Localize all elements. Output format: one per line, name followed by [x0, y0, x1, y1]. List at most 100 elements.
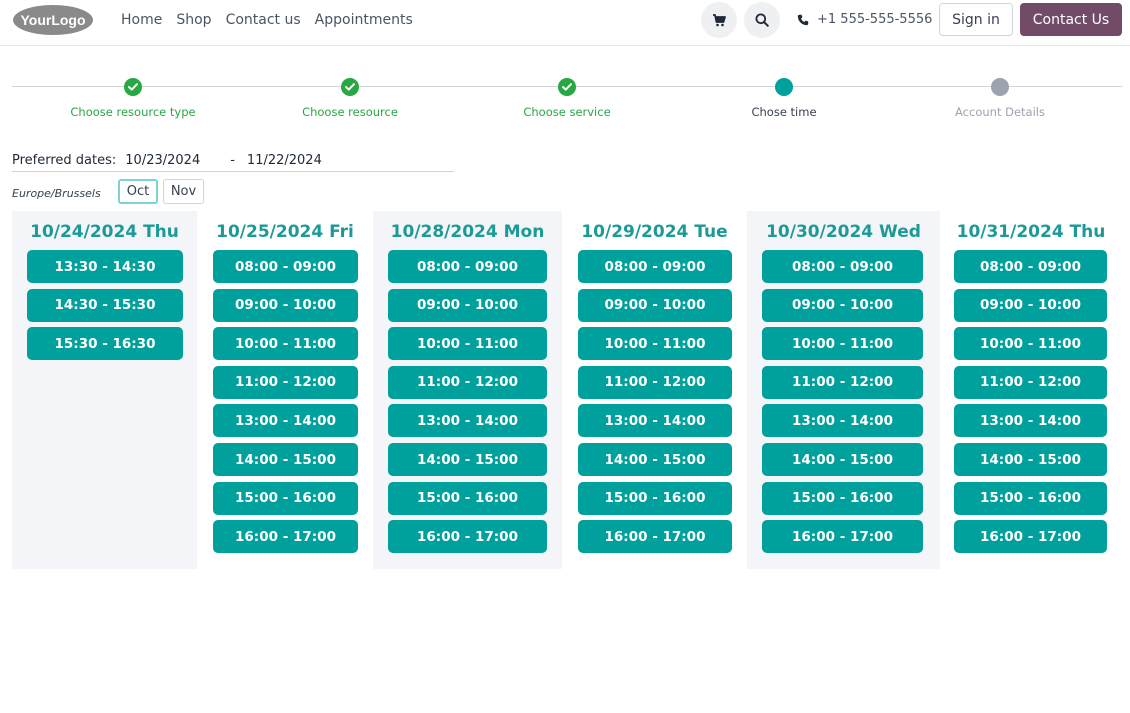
time-slot-button[interactable]: 16:00 - 17:00: [762, 520, 923, 554]
time-slot-button[interactable]: 10:00 - 11:00: [578, 327, 732, 361]
time-slot-button[interactable]: 13:30 - 14:30: [27, 250, 183, 283]
step-label: Choose service: [523, 105, 611, 119]
day-column: 10/29/2024 Tue 08:00 - 09:00 09:00 - 10:00…: [562, 211, 747, 569]
time-slot-button[interactable]: 14:00 - 15:00: [578, 443, 732, 476]
time-slot-button[interactable]: 08:00 - 09:00: [213, 250, 358, 283]
end-date-input[interactable]: 11/22/2024: [247, 153, 322, 168]
logo-text: YourLogo: [20, 12, 85, 28]
step-account-details: Account Details: [900, 78, 1100, 119]
cart-button[interactable]: [701, 2, 737, 38]
day-title: 10/29/2024 Tue: [581, 222, 728, 242]
time-slot-button[interactable]: 08:00 - 09:00: [762, 250, 923, 283]
timezone-label: Europe/Brussels: [12, 187, 101, 200]
search-icon: [755, 13, 769, 27]
preferred-dates-label: Preferred dates:: [12, 153, 117, 168]
phone-contact[interactable]: +1 555-555-5556: [797, 12, 932, 27]
step-done-dot: [341, 78, 359, 96]
time-slot-button[interactable]: 13:00 - 14:00: [762, 404, 923, 438]
step-done-dot: [124, 78, 142, 96]
check-icon: [562, 83, 572, 91]
month-nov-button[interactable]: Nov: [163, 179, 204, 204]
time-slot-button[interactable]: 14:00 - 15:00: [213, 443, 358, 476]
date-separator: -: [230, 153, 235, 168]
cart-icon: [713, 13, 726, 26]
start-date-input[interactable]: 10/23/2024: [125, 153, 200, 168]
time-slot-button[interactable]: 09:00 - 10:00: [388, 288, 547, 322]
time-slot-button[interactable]: 15:00 - 16:00: [578, 481, 732, 515]
nav-shop[interactable]: Shop: [176, 11, 211, 29]
day-column: 10/28/2024 Mon 08:00 - 09:00 09:00 - 10:00…: [373, 211, 562, 569]
day-title: 10/31/2024 Thu: [956, 222, 1106, 242]
step-choose-service[interactable]: Choose service: [467, 78, 667, 119]
time-slot-button[interactable]: 13:00 - 14:00: [954, 404, 1107, 438]
step-current-dot: [775, 78, 793, 96]
time-slot-button[interactable]: 14:00 - 15:00: [388, 443, 547, 476]
time-slot-button[interactable]: 10:00 - 11:00: [954, 327, 1107, 361]
time-slot-button[interactable]: 08:00 - 09:00: [578, 250, 732, 283]
month-oct-button[interactable]: Oct: [118, 179, 158, 204]
step-label: Choose resource: [302, 105, 398, 119]
step-todo-dot: [991, 78, 1009, 96]
time-slot-button[interactable]: 13:00 - 14:00: [213, 404, 358, 438]
time-slot-button[interactable]: 09:00 - 10:00: [578, 288, 732, 322]
time-slot-button[interactable]: 11:00 - 12:00: [388, 365, 547, 399]
time-slot-button[interactable]: 14:00 - 15:00: [954, 443, 1107, 476]
step-label: Chose time: [751, 105, 817, 119]
main-nav: Home Shop Contact us Appointments: [121, 11, 427, 29]
time-slot-button[interactable]: 15:30 - 16:30: [27, 327, 183, 361]
step-done-dot: [558, 78, 576, 96]
time-slot-button[interactable]: 15:00 - 16:00: [213, 481, 358, 515]
step-label: Account Details: [955, 105, 1045, 119]
time-slot-button[interactable]: 08:00 - 09:00: [388, 250, 547, 283]
logo[interactable]: YourLogo: [12, 4, 94, 36]
check-icon: [345, 83, 355, 91]
day-title: 10/30/2024 Wed: [766, 222, 921, 242]
time-slot-button[interactable]: 11:00 - 12:00: [762, 365, 923, 399]
time-slot-button[interactable]: 09:00 - 10:00: [762, 288, 923, 322]
step-label: Choose resource type: [70, 105, 196, 119]
phone-icon: [797, 14, 809, 25]
site-header: YourLogo Home Shop Contact us Appointmen…: [0, 0, 1130, 46]
day-title: 10/28/2024 Mon: [390, 222, 545, 242]
step-chose-time: Chose time: [684, 78, 884, 119]
time-slot-button[interactable]: 08:00 - 09:00: [954, 250, 1107, 283]
time-slot-button[interactable]: 13:00 - 14:00: [388, 404, 547, 438]
slots-calendar: 10/24/2024 Thu 13:30 - 14:30 14:30 - 15:30…: [12, 211, 1122, 569]
day-title: 10/24/2024 Thu: [30, 222, 179, 242]
time-slot-button[interactable]: 16:00 - 17:00: [388, 520, 547, 554]
sign-in-button[interactable]: Sign in: [939, 3, 1013, 36]
time-slot-button[interactable]: 14:30 - 15:30: [27, 288, 183, 322]
booking-stepper: Choose resource type Choose resource Cho…: [12, 70, 1122, 122]
search-button[interactable]: [744, 2, 780, 38]
time-slot-button[interactable]: 10:00 - 11:00: [213, 327, 358, 361]
time-slot-button[interactable]: 11:00 - 12:00: [213, 365, 358, 399]
day-column: 10/25/2024 Fri 08:00 - 09:00 09:00 - 10:00…: [197, 211, 373, 569]
time-slot-button[interactable]: 09:00 - 10:00: [213, 288, 358, 322]
check-icon: [128, 83, 138, 91]
time-slot-button[interactable]: 16:00 - 17:00: [213, 520, 358, 554]
preferred-dates-range[interactable]: Preferred dates: 10/23/2024 - 11/22/2024: [12, 150, 454, 172]
nav-appointments[interactable]: Appointments: [315, 11, 413, 29]
time-slot-button[interactable]: 16:00 - 17:00: [578, 520, 732, 554]
time-slot-button[interactable]: 14:00 - 15:00: [762, 443, 923, 476]
nav-home[interactable]: Home: [121, 11, 162, 29]
day-column: 10/31/2024 Thu 08:00 - 09:00 09:00 - 10:00…: [940, 211, 1122, 569]
time-slot-button[interactable]: 10:00 - 11:00: [762, 327, 923, 361]
phone-number: +1 555-555-5556: [817, 12, 933, 27]
contact-us-button[interactable]: Contact Us: [1020, 3, 1122, 36]
time-slot-button[interactable]: 15:00 - 16:00: [762, 481, 923, 515]
time-slot-button[interactable]: 16:00 - 17:00: [954, 520, 1107, 554]
day-column: 10/24/2024 Thu 13:30 - 14:30 14:30 - 15:30…: [12, 211, 197, 569]
time-slot-button[interactable]: 10:00 - 11:00: [388, 327, 547, 361]
day-column: 10/30/2024 Wed 08:00 - 09:00 09:00 - 10:00…: [747, 211, 940, 569]
time-slot-button[interactable]: 11:00 - 12:00: [954, 365, 1107, 399]
time-slot-button[interactable]: 09:00 - 10:00: [954, 288, 1107, 322]
nav-contact-us[interactable]: Contact us: [226, 11, 301, 29]
time-slot-button[interactable]: 13:00 - 14:00: [578, 404, 732, 438]
time-slot-button[interactable]: 15:00 - 16:00: [954, 481, 1107, 515]
time-slot-button[interactable]: 11:00 - 12:00: [578, 365, 732, 399]
step-choose-resource-type[interactable]: Choose resource type: [33, 78, 233, 119]
step-choose-resource[interactable]: Choose resource: [250, 78, 450, 119]
day-title: 10/25/2024 Fri: [216, 222, 354, 242]
time-slot-button[interactable]: 15:00 - 16:00: [388, 481, 547, 515]
